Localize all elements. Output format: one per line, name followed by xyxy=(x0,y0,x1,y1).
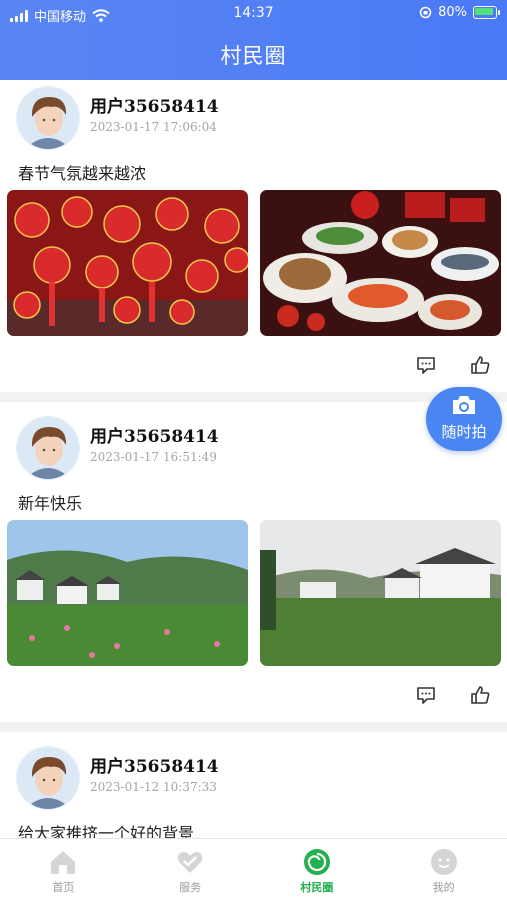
swirl-icon xyxy=(303,849,330,875)
post-time: 2023-01-17 16:51:49 xyxy=(90,450,217,464)
avatar[interactable] xyxy=(16,416,80,480)
comment-icon[interactable] xyxy=(415,684,437,706)
battery-icon xyxy=(473,6,500,19)
post-actions xyxy=(415,354,491,376)
profile-icon xyxy=(430,849,457,875)
like-icon[interactable] xyxy=(469,684,491,706)
page-title: 村民圈 xyxy=(220,44,287,68)
tab-bar: 首页 服务 村民圈 我的 xyxy=(0,838,507,901)
tab-label: 我的 xyxy=(432,881,455,894)
feast-image[interactable] xyxy=(260,190,501,336)
camera-icon xyxy=(453,396,475,414)
username[interactable]: 用户35658414 xyxy=(90,422,219,447)
orientation-lock-icon xyxy=(419,6,432,19)
tab-home[interactable]: 首页 xyxy=(0,839,127,901)
post-images xyxy=(7,190,501,336)
post-text: 春节气氛越来越浓 xyxy=(18,164,147,183)
status-bar: 中国移动 14:37 80% xyxy=(0,0,507,28)
post-card[interactable]: 用户35658414 2023-01-17 16:51:49 新年快乐 xyxy=(0,402,507,722)
tab-service[interactable]: 服务 xyxy=(127,839,254,901)
username[interactable]: 用户35658414 xyxy=(90,752,219,777)
tab-mine[interactable]: 我的 xyxy=(380,839,507,901)
username[interactable]: 用户35658414 xyxy=(90,92,219,117)
nav-bar: 村民圈 xyxy=(0,28,507,80)
village-lotus-image[interactable] xyxy=(7,520,248,666)
tab-label: 服务 xyxy=(179,881,202,894)
feed[interactable]: 用户35658414 2023-01-17 17:06:04 春节气氛越来越浓 xyxy=(0,80,507,838)
snap-anytime-button[interactable]: 随时拍 xyxy=(426,387,502,451)
tab-label: 村民圈 xyxy=(300,881,334,894)
tab-label: 首页 xyxy=(52,881,75,894)
post-time: 2023-01-12 10:37:33 xyxy=(90,780,217,794)
post-actions xyxy=(415,684,491,706)
post-images xyxy=(7,520,501,666)
home-icon xyxy=(51,851,76,874)
lanterns-image[interactable] xyxy=(7,190,248,336)
post-card[interactable]: 用户35658414 2023-01-17 17:06:04 春节气氛越来越浓 xyxy=(0,80,507,392)
heart-hand-icon xyxy=(177,852,203,873)
fab-label: 随时拍 xyxy=(441,423,487,441)
avatar[interactable] xyxy=(16,746,80,810)
like-icon[interactable] xyxy=(469,354,491,376)
comment-icon[interactable] xyxy=(415,354,437,376)
post-text: 新年快乐 xyxy=(18,494,83,513)
battery-percent: 80% xyxy=(438,5,467,20)
village-field-image[interactable] xyxy=(260,520,501,666)
avatar[interactable] xyxy=(16,86,80,150)
post-text: 给大家推挤一个好的背景 xyxy=(18,824,195,838)
status-right: 80% xyxy=(419,5,500,20)
post-card[interactable]: 用户35658414 2023-01-12 10:37:33 给大家推挤一个好的… xyxy=(0,732,507,838)
tab-village-circle[interactable]: 村民圈 xyxy=(254,839,381,901)
post-time: 2023-01-17 17:06:04 xyxy=(90,120,217,134)
